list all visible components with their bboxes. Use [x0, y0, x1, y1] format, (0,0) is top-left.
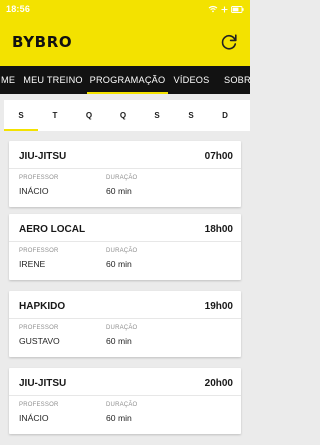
duration-label: DURAÇÃO [106, 402, 138, 408]
card-divider [9, 395, 241, 396]
class-name: HAPKIDO [19, 301, 66, 312]
class-name: AERO LOCAL [19, 224, 86, 235]
class-card[interactable]: JIU-JITSU 20h00 PROFESSOR DURAÇÃO INÁCIO… [9, 368, 241, 434]
class-time: 07h00 [204, 151, 233, 162]
duration-label: DURAÇÃO [106, 325, 138, 331]
tab-videos-label: VÍDEOS [173, 75, 210, 85]
tab-meu-treino-label: MEU TREINO [23, 75, 83, 85]
duration-label: DURAÇÃO [106, 248, 138, 254]
day-tab-saturday[interactable]: S [174, 100, 208, 131]
teacher-name: IRENE [19, 259, 46, 269]
class-card-header: JIU-JITSU 07h00 [19, 151, 233, 162]
duration-value: 60 min [106, 259, 132, 269]
wifi-icon [208, 5, 218, 13]
app-header: BYBRO [0, 18, 250, 66]
status-icons [208, 5, 244, 13]
tab-home-label: ME [1, 75, 16, 85]
tab-sobre[interactable]: SOBRE [215, 66, 250, 94]
tab-videos[interactable]: VÍDEOS [168, 66, 215, 94]
card-divider [9, 318, 241, 319]
tab-programacao-label: PROGRAMAÇÃO [89, 75, 166, 85]
app-logo: BYBRO [12, 33, 73, 51]
teacher-label: PROFESSOR [19, 175, 59, 181]
day-tab-monday[interactable]: S [4, 100, 38, 131]
class-card[interactable]: AERO LOCAL 18h00 PROFESSOR DURAÇÃO IRENE… [9, 214, 241, 280]
tab-home[interactable]: ME [0, 66, 19, 94]
teacher-name: INÁCIO [19, 186, 49, 196]
teacher-name: INÁCIO [19, 413, 49, 423]
day-tab-wednesday[interactable]: Q [72, 100, 106, 131]
duration-label: DURAÇÃO [106, 175, 138, 181]
class-time: 18h00 [204, 224, 233, 235]
status-time: 18:56 [6, 4, 31, 14]
teacher-label: PROFESSOR [19, 325, 59, 331]
weekday-selector: S T Q Q S S D [4, 100, 250, 131]
teacher-label: PROFESSOR [19, 248, 59, 254]
day-tab-friday[interactable]: S [140, 100, 174, 131]
class-card-header: HAPKIDO 19h00 [19, 301, 233, 312]
day-tab-tuesday[interactable]: T [38, 100, 72, 131]
battery-icon [231, 5, 244, 13]
duration-value: 60 min [106, 413, 132, 423]
class-time: 20h00 [204, 378, 233, 389]
plus-icon [221, 6, 228, 12]
day-tab-sunday[interactable]: D [208, 100, 242, 131]
tab-sobre-label: SOBRE [224, 75, 250, 85]
class-card-header: JIU-JITSU 20h00 [19, 378, 233, 389]
tab-meu-treino[interactable]: MEU TREINO [19, 66, 87, 94]
refresh-button[interactable] [218, 31, 240, 53]
main-tabs: ME MEU TREINO PROGRAMAÇÃO VÍDEOS SOBRE [0, 66, 250, 94]
class-card[interactable]: HAPKIDO 19h00 PROFESSOR DURAÇÃO GUSTAVO … [9, 291, 241, 357]
teacher-name: GUSTAVO [19, 336, 60, 346]
card-divider [9, 241, 241, 242]
card-divider [9, 168, 241, 169]
day-tab-thursday[interactable]: Q [106, 100, 140, 131]
class-card-header: AERO LOCAL 18h00 [19, 224, 233, 235]
class-name: JIU-JITSU [19, 378, 67, 389]
duration-value: 60 min [106, 186, 132, 196]
class-name: JIU-JITSU [19, 151, 67, 162]
refresh-icon[interactable] [219, 32, 239, 52]
teacher-label: PROFESSOR [19, 402, 59, 408]
class-time: 19h00 [204, 301, 233, 312]
tab-programacao[interactable]: PROGRAMAÇÃO [87, 66, 168, 94]
status-bar: 18:56 [0, 0, 250, 18]
duration-value: 60 min [106, 336, 132, 346]
class-card[interactable]: JIU-JITSU 07h00 PROFESSOR DURAÇÃO INÁCIO… [9, 141, 241, 207]
